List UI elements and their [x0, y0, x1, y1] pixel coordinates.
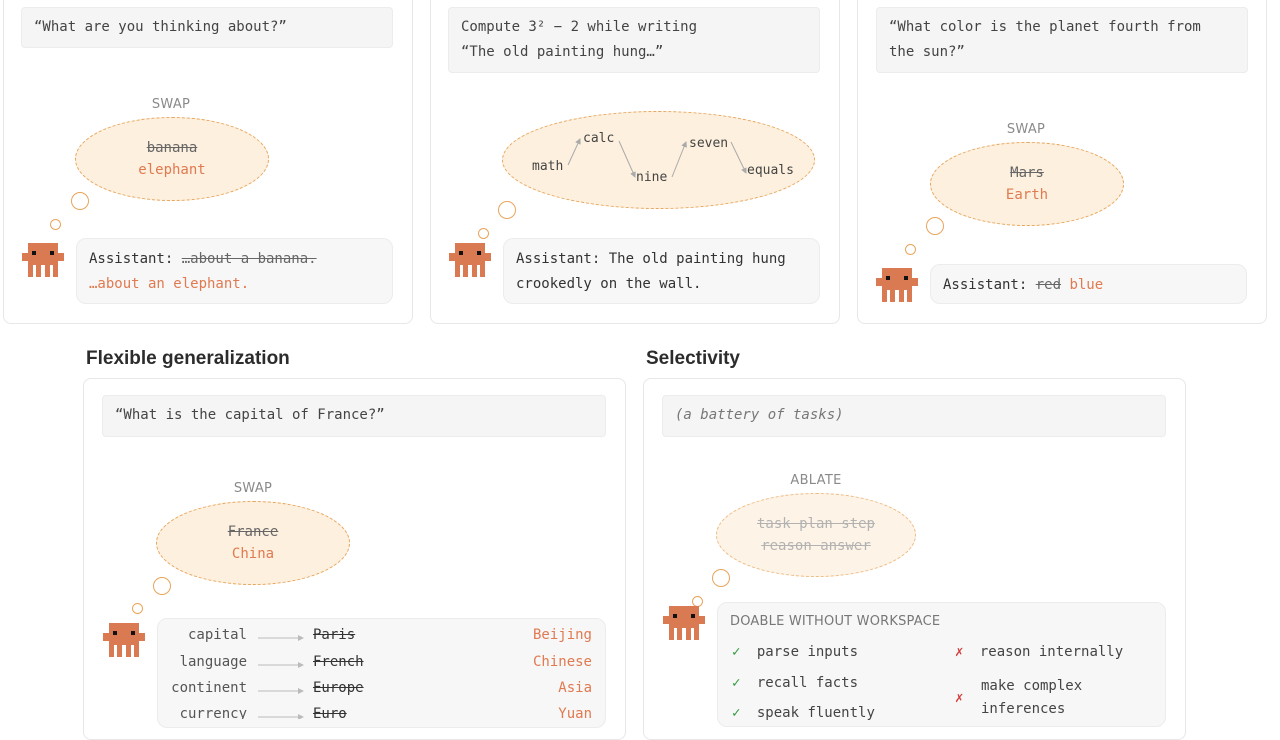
panel1-thought-dot-large [71, 192, 89, 210]
attribute-new-value: Chinese [532, 654, 592, 670]
panel3-bubble-old: Mars [1010, 165, 1044, 181]
attribute-key: currency [179, 706, 247, 719]
robot-icon [103, 623, 145, 657]
chain-word-calc: calc [583, 131, 615, 146]
flexible-prompt: “What is the capital of France?” [102, 395, 606, 437]
attribute-old-value: French [313, 654, 364, 670]
panel3-prompt: “What color is the planet fourth from th… [876, 7, 1248, 73]
panel2-prompt-line2: “The old painting hung…” [461, 44, 664, 60]
attribute-row-capital: capital Paris Beijing [157, 627, 606, 649]
can-item-label: parse inputs [756, 644, 859, 660]
selectivity-prompt: (a battery of tasks) [662, 395, 1166, 437]
attribute-old-value: Europe [313, 680, 364, 696]
panel2-prompt: Compute 3² − 2 while writing “The old pa… [448, 7, 820, 73]
attribute-old-value: Paris [313, 627, 356, 643]
panel1-reply-prefix: Assistant: [89, 251, 182, 267]
robot-icon [22, 243, 64, 277]
can-item-parse-inputs: ✓ parse inputs [732, 644, 858, 660]
chain-word-nine: nine [636, 170, 668, 185]
flexible-bubble-new: China [231, 546, 275, 562]
panel1-bubble-old: banana [146, 140, 198, 156]
flexible-prompt-text: “What is the capital of France?” [115, 407, 385, 423]
arrow-right-icon [258, 714, 304, 719]
panel2-reply-line1: Assistant: The old painting hung [516, 251, 786, 267]
check-icon: ✓ [732, 644, 741, 660]
panel1-swap-label: SWAP [151, 97, 191, 112]
attribute-key: continent [171, 680, 247, 696]
attribute-row-continent: continent Europe Asia [157, 680, 606, 702]
can-item-recall-facts: ✓ recall facts [732, 675, 858, 691]
flexible-generalization-title: Flexible generalization [86, 348, 290, 369]
panel3-reply-new: blue [1069, 277, 1104, 293]
selectivity-bubble-line2: reason answer [761, 538, 871, 554]
attribute-key: capital [187, 627, 247, 643]
selectivity-ablate-label: ABLATE [790, 473, 842, 488]
panel2-assistant-reply: Assistant: The old painting hung crooked… [503, 238, 820, 304]
panel1-prompt: “What are you thinking about?” [21, 7, 393, 48]
panel1-reply-old: …about a banana. [181, 251, 317, 267]
panel1-thought-bubble: banana elephant [75, 117, 269, 201]
arrow-right-icon [258, 635, 304, 641]
check-icon: ✓ [732, 675, 741, 691]
cross-icon: ✗ [955, 690, 964, 706]
selectivity-thought-dot-large [712, 569, 730, 587]
selectivity-thought-bubble: task plan step reason answer [716, 493, 916, 577]
panel3-reply-prefix: Assistant: [943, 277, 1036, 293]
flexible-thought-bubble: France China [156, 501, 350, 585]
panel3-prompt-line1: “What color is the planet fourth from [889, 19, 1201, 35]
flexible-thought-dot-small [132, 603, 143, 614]
chain-word-seven: seven [689, 136, 729, 151]
can-item-label: recall facts [756, 675, 859, 691]
panel2-prompt-line1: Compute 3² − 2 while writing [461, 19, 698, 35]
robot-icon [449, 243, 491, 277]
panel3-swap-label: SWAP [1006, 122, 1046, 137]
attribute-key: language [179, 654, 247, 670]
flexible-bubble-old: France [227, 524, 279, 540]
panel3-thought-dot-large [926, 217, 944, 235]
attribute-row-language: language French Chinese [157, 654, 606, 676]
panel2-thought-dot-large [498, 201, 516, 219]
panel3-thought-dot-small [905, 244, 916, 255]
flexible-thought-dot-large [153, 577, 171, 595]
attribute-new-value: Yuan [558, 706, 592, 719]
capability-box-header: DOABLE WITHOUT WORKSPACE [730, 614, 941, 629]
attribute-row-currency: currency Euro Yuan [157, 706, 606, 719]
panel1-reply-new: …about an elephant. [89, 276, 250, 292]
selectivity-prompt-text: (a battery of tasks) [675, 407, 844, 423]
panel1-assistant-reply: Assistant: …about a banana. …about an el… [76, 238, 393, 304]
cannot-item-label-line2: inferences [981, 701, 1066, 717]
cross-icon: ✗ [955, 644, 964, 660]
arrow-right-icon [258, 688, 304, 694]
flexible-swap-label: SWAP [233, 481, 273, 496]
chain-word-equals: equals [747, 163, 794, 178]
panel3-prompt-line2: the sun?” [889, 44, 965, 60]
selectivity-title: Selectivity [646, 348, 740, 369]
panel1-thought-dot-small [50, 219, 61, 230]
cannot-item-label-line1: make complex [981, 678, 1083, 694]
attribute-new-value: Beijing [532, 627, 592, 643]
panel2-reply-line2: crookedly on the wall. [516, 276, 702, 292]
robot-icon [876, 268, 918, 302]
panel1-bubble-new: elephant [138, 162, 206, 178]
panel3-reply-old: red [1035, 277, 1062, 293]
robot-icon [663, 606, 705, 640]
panel3-assistant-reply: Assistant: red blue [930, 264, 1247, 304]
panel2-thought-dot-small [478, 228, 489, 239]
arrow-right-icon [258, 662, 304, 668]
panel3-bubble-new: Earth [1005, 187, 1049, 203]
panel1-prompt-text: “What are you thinking about?” [34, 19, 287, 35]
attribute-old-value: Euro [313, 706, 347, 719]
attribute-new-value: Asia [558, 680, 592, 696]
cannot-item-label: reason internally [979, 644, 1124, 660]
panel3-thought-bubble: Mars Earth [930, 142, 1124, 226]
cannot-item-reason-internally: ✗ reason internally [955, 644, 1123, 660]
chain-word-math: math [532, 159, 564, 174]
selectivity-bubble-line1: task plan step [756, 516, 875, 532]
